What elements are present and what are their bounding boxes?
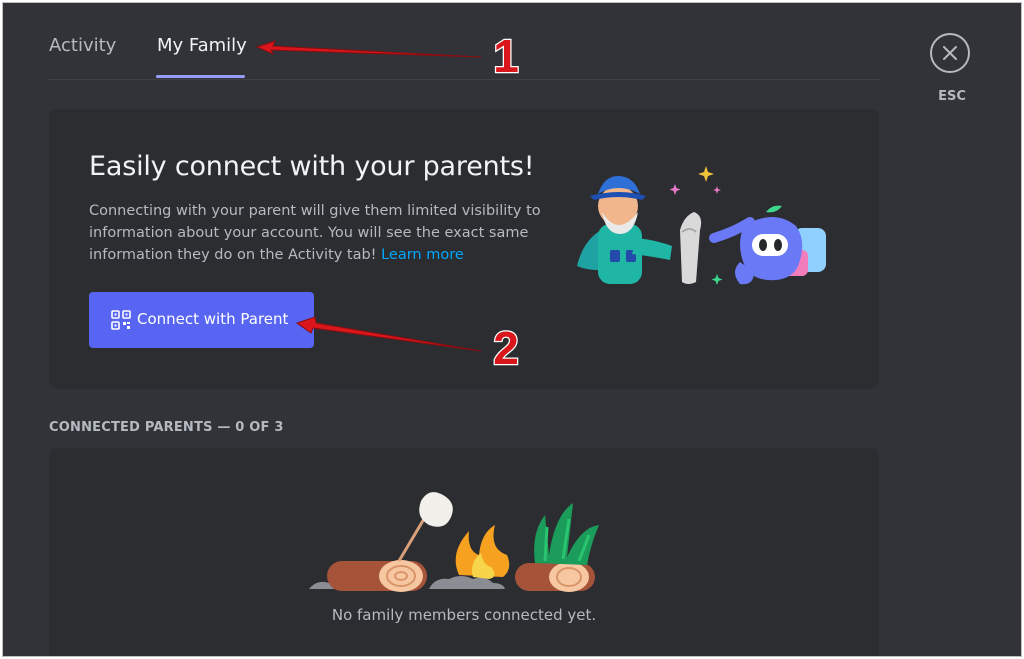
annotation-number-1: 1 — [493, 30, 519, 82]
annotation-number-2: 2 — [493, 322, 519, 374]
family-center-panel: Activity My Family ESC Easily connect wi… — [2, 2, 1022, 657]
annotation-arrow-2 — [295, 316, 482, 352]
annotation-arrow-1 — [255, 40, 482, 58]
annotation-overlay: 1 2 — [255, 29, 520, 375]
